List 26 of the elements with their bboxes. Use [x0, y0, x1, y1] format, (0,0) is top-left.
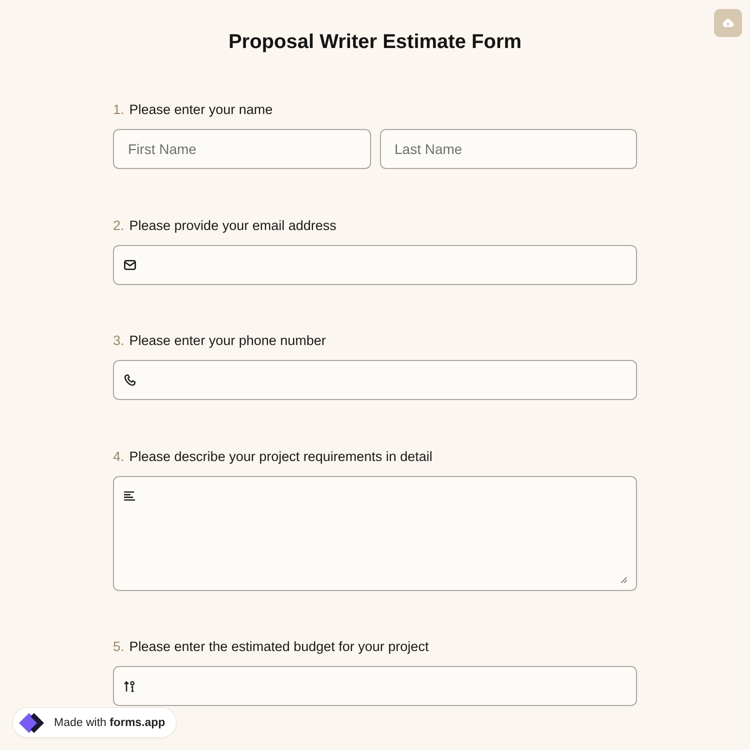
question-label: Please enter your phone number: [129, 332, 326, 350]
resize-handle-icon[interactable]: [621, 576, 627, 582]
name-field[interactable]: First Name: [113, 129, 370, 169]
question-label: Please provide your email address: [129, 216, 336, 234]
phone-icon: [124, 374, 136, 386]
badge-text: Made with forms.app: [54, 716, 166, 728]
email-field[interactable]: [113, 244, 637, 284]
numeric-sort-icon: [124, 680, 135, 692]
question-label: Please describe your project requirements in detail: [129, 448, 432, 466]
question-number: 3.: [113, 332, 124, 350]
cloud-icon: [722, 19, 734, 27]
cloud-button[interactable]: [714, 9, 742, 37]
question-number: 4.: [113, 448, 124, 466]
text-lines-icon: [124, 490, 135, 500]
made-with-badge[interactable]: Made with forms.app: [13, 708, 176, 737]
budget-field[interactable]: [113, 666, 637, 706]
question-number: 5.: [113, 638, 124, 656]
name-field[interactable]: Last Name: [380, 129, 637, 169]
description-field[interactable]: [113, 476, 637, 590]
question-number: 2.: [113, 216, 124, 234]
question-label: Please enter your name: [129, 101, 273, 119]
form-title: Proposal Writer Estimate Form: [227, 30, 523, 54]
phone-field[interactable]: [113, 360, 637, 400]
question-number: 1.: [113, 101, 124, 119]
envelope-icon: [124, 260, 136, 270]
question-label: Please enter the estimated budget for your project: [129, 638, 429, 656]
